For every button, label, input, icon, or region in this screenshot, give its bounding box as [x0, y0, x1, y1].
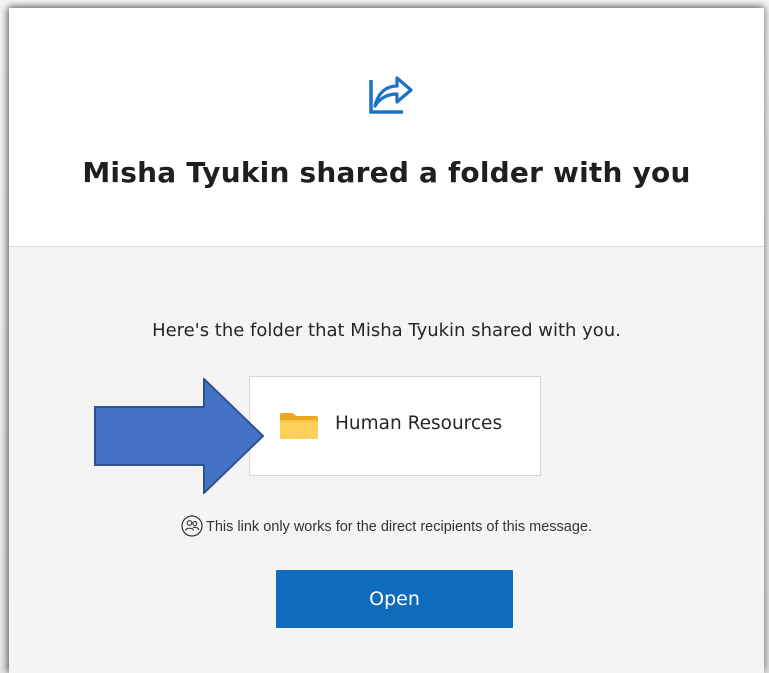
share-email-card: Misha Tyukin shared a folder with you He… — [9, 8, 764, 673]
window-frame: Misha Tyukin shared a folder with you He… — [0, 0, 769, 673]
notice-text: This link only works for the direct reci… — [205, 519, 592, 535]
open-button[interactable]: Open — [276, 570, 513, 628]
blue-pointer-arrow — [94, 378, 265, 494]
share-message: Here's the folder that Misha Tyukin shar… — [152, 320, 621, 341]
people-icon — [181, 515, 203, 537]
email-header: Misha Tyukin shared a folder with you — [9, 8, 764, 247]
page-title: Misha Tyukin shared a folder with you — [82, 156, 691, 189]
folder-icon — [280, 413, 318, 439]
share-arrow-icon — [369, 76, 413, 114]
recipient-notice: This link only works for the direct reci… — [9, 515, 764, 537]
folder-name: Human Resources — [335, 413, 503, 434]
shared-folder-link[interactable]: Human Resources — [249, 376, 541, 476]
